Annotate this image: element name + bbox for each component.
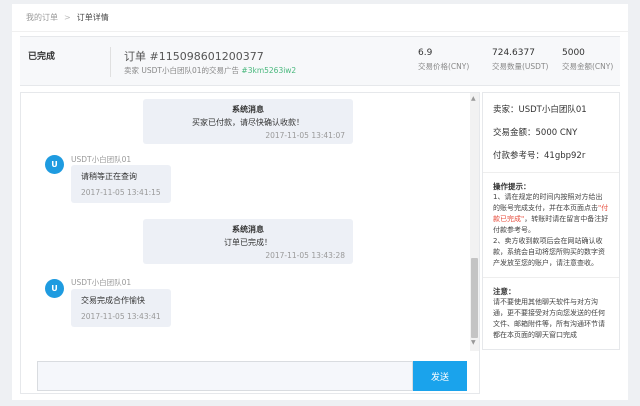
system-message-title: 系统消息 (232, 105, 264, 114)
message-compose: 发送 (37, 361, 469, 391)
divider (483, 277, 619, 278)
message-username: USDT小白团队01 (71, 278, 132, 287)
stat-price-label: 交易价格(CNY) (418, 62, 470, 71)
system-message-text: 订单已完成！ (224, 238, 272, 247)
breadcrumb-my-orders[interactable]: 我的订单 (26, 12, 58, 23)
system-message: 系统消息 买家已付款，请尽快确认收款！ 2017-11-05 13:41:07 (143, 99, 353, 144)
order-header: 已完成 订单 #115098601200377 卖家 USDT小白团队01的交易… (20, 36, 620, 86)
breadcrumb-current: 订单详情 (76, 13, 109, 22)
avatar: U (45, 279, 64, 298)
info-seller: 卖家：USDT小白团队01 (493, 105, 587, 115)
info-amount: 交易金额：5000 CNY (493, 128, 578, 138)
scroll-up-icon[interactable]: ▲ (471, 95, 476, 102)
chat-messages[interactable]: 系统消息 买家已付款，请尽快确认收款！ 2017-11-05 13:41:07 … (21, 93, 469, 351)
order-ad-link[interactable]: #3km5263iw2 (241, 66, 296, 75)
stat-price-value: 6.9 (418, 48, 433, 58)
stat-quantity-value: 724.6377 (492, 48, 535, 58)
order-status: 已完成 (28, 52, 56, 62)
message-time: 2017-11-05 13:43:41 (81, 312, 161, 321)
message-time: 2017-11-05 13:41:07 (265, 131, 345, 140)
message-time: 2017-11-05 13:41:15 (81, 188, 161, 197)
divider (110, 47, 111, 77)
avatar: U (45, 155, 64, 174)
user-message: 请稍等正在查询 2017-11-05 13:41:15 (71, 165, 171, 203)
message-time: 2017-11-05 13:43:28 (265, 251, 345, 260)
user-message-text: 交易完成合作愉快 (81, 296, 145, 305)
tip-1: 1、请在规定的时间内按照对方给出的账号完成支付，并在本页面点击"付款已完成"，转… (493, 192, 609, 236)
order-seller-text: 卖家 USDT小白团队01的交易广告 (124, 66, 242, 75)
page-frame: 我的订单 > 订单详情 已完成 订单 #115098601200377 卖家 U… (12, 4, 628, 400)
stat-amount: 5000 交易金额(CNY) (562, 48, 613, 72)
tip-1-text-a: 1、请在规定的时间内按照对方给出的账号完成支付，并在本页面点击 (493, 193, 603, 212)
message-input[interactable] (37, 361, 413, 391)
divider (483, 172, 619, 173)
user-message-text: 请稍等正在查询 (81, 172, 137, 181)
note-title: 注意： (493, 287, 516, 296)
user-message: 交易完成合作愉快 2017-11-05 13:43:41 (71, 289, 171, 327)
stat-quantity: 724.6377 交易数量(USDT) (492, 48, 548, 72)
stat-quantity-label: 交易数量(USDT) (492, 62, 549, 71)
info-payment-ref: 付款参考号：41gbp92r (493, 151, 586, 161)
system-message: 系统消息 订单已完成！ 2017-11-05 13:43:28 (143, 219, 353, 264)
send-button[interactable]: 发送 (413, 361, 467, 391)
stat-amount-label: 交易金额(CNY) (562, 62, 614, 71)
order-subtitle: 卖家 USDT小白团队01的交易广告 #3km5263iw2 (124, 65, 296, 76)
order-number: 订单 #115098601200377 (124, 50, 264, 63)
stat-amount-value: 5000 (562, 48, 585, 58)
tips-title: 操作提示： (493, 182, 531, 191)
tip-2: 2、卖方收到款项后会在网站确认收款，系统会自动将您所购买的数字资产发放至您的账户… (493, 237, 605, 267)
message-username: USDT小白团队01 (71, 155, 132, 164)
breadcrumb: 我的订单 > 订单详情 (12, 4, 628, 32)
breadcrumb-separator: > (64, 13, 71, 22)
chat-scrollbar[interactable]: ▲ ▼ (470, 93, 479, 351)
system-message-title: 系统消息 (232, 225, 264, 234)
system-message-text: 买家已付款，请尽快确认收款！ (192, 118, 304, 127)
order-info-panel: 卖家：USDT小白团队01 交易金额：5000 CNY 付款参考号：41gbp9… (482, 92, 620, 350)
scroll-down-icon[interactable]: ▼ (471, 339, 476, 346)
note-text: 请不要使用其他聊天软件与对方沟通，更不要接受对方向您发送的任何文件、邮箱附件等，… (493, 298, 605, 339)
chat-panel: 系统消息 买家已付款，请尽快确认收款！ 2017-11-05 13:41:07 … (20, 92, 480, 394)
scrollbar-thumb[interactable] (471, 258, 478, 338)
stat-price: 6.9 交易价格(CNY) (418, 48, 469, 72)
